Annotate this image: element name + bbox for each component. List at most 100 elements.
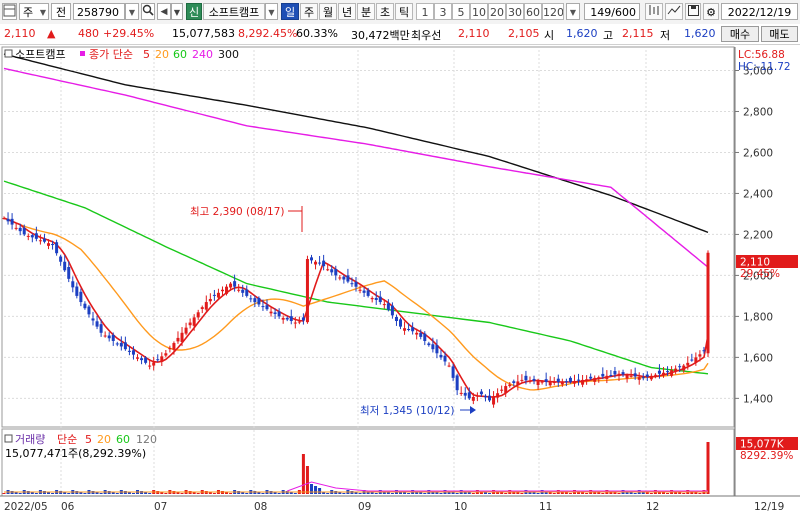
candle-body bbox=[91, 318, 95, 321]
candle-body bbox=[629, 375, 633, 377]
gear-icon[interactable]: ⚙ bbox=[703, 3, 719, 20]
volume-bar bbox=[568, 493, 572, 494]
date-input[interactable]: 2022/12/19 bbox=[721, 3, 798, 20]
volume-ratio: 8,292.45% bbox=[238, 27, 298, 40]
volume-bar bbox=[67, 493, 71, 494]
candle-body bbox=[399, 319, 403, 327]
stock-code-input[interactable]: 258790 bbox=[73, 3, 125, 20]
stock-code-value: 258790 bbox=[77, 6, 119, 19]
candle-body bbox=[160, 356, 164, 362]
candle-body bbox=[156, 359, 160, 361]
candle-body bbox=[75, 286, 79, 296]
speaker-icon[interactable]: ◀ bbox=[157, 3, 171, 20]
period-tab-minute[interactable]: 분 bbox=[357, 3, 375, 20]
candle-body bbox=[204, 302, 208, 310]
candle-body bbox=[220, 289, 224, 292]
candle-body bbox=[536, 381, 540, 386]
volume-bar bbox=[314, 486, 318, 494]
candle-body bbox=[257, 297, 261, 305]
candle-body bbox=[208, 298, 212, 302]
period-tab-week[interactable]: 주 bbox=[300, 3, 318, 20]
volume: 15,077,583 bbox=[172, 27, 235, 40]
minute-step-120[interactable]: 120 bbox=[542, 3, 564, 20]
volume-bar bbox=[164, 493, 168, 494]
candle-body bbox=[475, 395, 479, 397]
search-icon[interactable] bbox=[141, 3, 155, 20]
minute-step-1[interactable]: 1 bbox=[416, 3, 434, 20]
period-tab-tick[interactable]: 틱 bbox=[395, 3, 413, 20]
candle-body bbox=[241, 289, 245, 293]
candle-body bbox=[532, 378, 536, 381]
candle-body bbox=[136, 357, 140, 359]
stock-name: 소프트캠프 bbox=[203, 3, 265, 20]
sell-button[interactable]: 매도 bbox=[761, 26, 798, 42]
buy-button[interactable]: 매수 bbox=[721, 26, 759, 42]
candle-body bbox=[131, 350, 135, 355]
legend-vol-5: 5 bbox=[85, 433, 92, 446]
volume-bar bbox=[83, 493, 87, 494]
prev-button[interactable]: 전 bbox=[51, 3, 71, 20]
candle-body bbox=[67, 267, 71, 279]
volume-bar bbox=[277, 493, 281, 494]
y-tick-label: 1,400 bbox=[743, 393, 773, 405]
credit-badge: 신 bbox=[186, 3, 202, 20]
candle-body bbox=[374, 297, 378, 300]
candle-body bbox=[617, 373, 621, 377]
volume-bar bbox=[488, 493, 492, 494]
candle-body bbox=[686, 362, 690, 366]
candle-body bbox=[293, 322, 297, 324]
candle-body bbox=[556, 378, 560, 382]
candle-body bbox=[30, 235, 34, 238]
low-label: 저 bbox=[660, 29, 671, 42]
volume-bar bbox=[196, 493, 200, 494]
period-tab-day[interactable]: 일 bbox=[281, 3, 299, 20]
candle-body bbox=[609, 375, 613, 376]
high-price: 2,115 bbox=[622, 27, 654, 40]
chevron-down-icon[interactable]: ▼ bbox=[125, 3, 139, 20]
volume-bar bbox=[180, 493, 184, 494]
legend-vol-120: 120 bbox=[136, 433, 157, 446]
candle-body bbox=[479, 391, 483, 395]
count-input[interactable]: 149/600 bbox=[584, 3, 640, 20]
market-label: 주 bbox=[23, 6, 34, 19]
current-price-tag-label: 2,110 bbox=[740, 257, 770, 269]
candle-body bbox=[390, 305, 394, 316]
volume-legend-name: 거래량 bbox=[15, 433, 45, 446]
chevron-down-icon[interactable]: ▼ bbox=[265, 3, 278, 20]
minute-step-20[interactable]: 20 bbox=[488, 3, 506, 20]
candle-body bbox=[544, 379, 548, 382]
candle-body bbox=[524, 375, 528, 381]
period-tab-year[interactable]: 년 bbox=[338, 3, 356, 20]
bid-price: 2,105 bbox=[508, 27, 540, 40]
chevron-down-icon[interactable]: ▼ bbox=[171, 3, 183, 20]
candle-body bbox=[362, 290, 366, 293]
stock-chart[interactable]: 1,4001,6001,8002,0002,2002,4002,6002,800… bbox=[0, 44, 800, 515]
candle-body bbox=[403, 328, 407, 331]
candle-body bbox=[492, 396, 496, 405]
minute-step-10[interactable]: 10 bbox=[470, 3, 488, 20]
draw-tool-icon[interactable] bbox=[665, 3, 683, 20]
candle-body bbox=[111, 334, 115, 341]
minute-step-60[interactable]: 60 bbox=[524, 3, 542, 20]
candle-body bbox=[520, 379, 524, 381]
chevron-down-icon[interactable]: ▼ bbox=[566, 3, 580, 20]
candle-body bbox=[192, 317, 196, 326]
volume-bar bbox=[212, 493, 216, 494]
candle-body bbox=[568, 377, 572, 382]
candle-body bbox=[415, 332, 419, 335]
minute-step-5[interactable]: 5 bbox=[452, 3, 470, 20]
candle-body bbox=[34, 233, 38, 239]
volume-bar bbox=[585, 493, 589, 494]
period-tab-month[interactable]: 월 bbox=[319, 3, 337, 20]
screen-menu-icon[interactable] bbox=[2, 3, 17, 20]
save-icon[interactable] bbox=[685, 3, 701, 20]
prev-label: 전 bbox=[55, 6, 67, 19]
candle-body bbox=[459, 392, 463, 394]
period-tab-second[interactable]: 초 bbox=[376, 3, 394, 20]
market-select[interactable]: 주 ▼ bbox=[19, 3, 49, 20]
volume-bar bbox=[261, 493, 265, 494]
zoom-icon[interactable] bbox=[645, 3, 663, 20]
candle-body bbox=[512, 381, 516, 383]
minute-step-3[interactable]: 3 bbox=[434, 3, 452, 20]
minute-step-30[interactable]: 30 bbox=[506, 3, 524, 20]
